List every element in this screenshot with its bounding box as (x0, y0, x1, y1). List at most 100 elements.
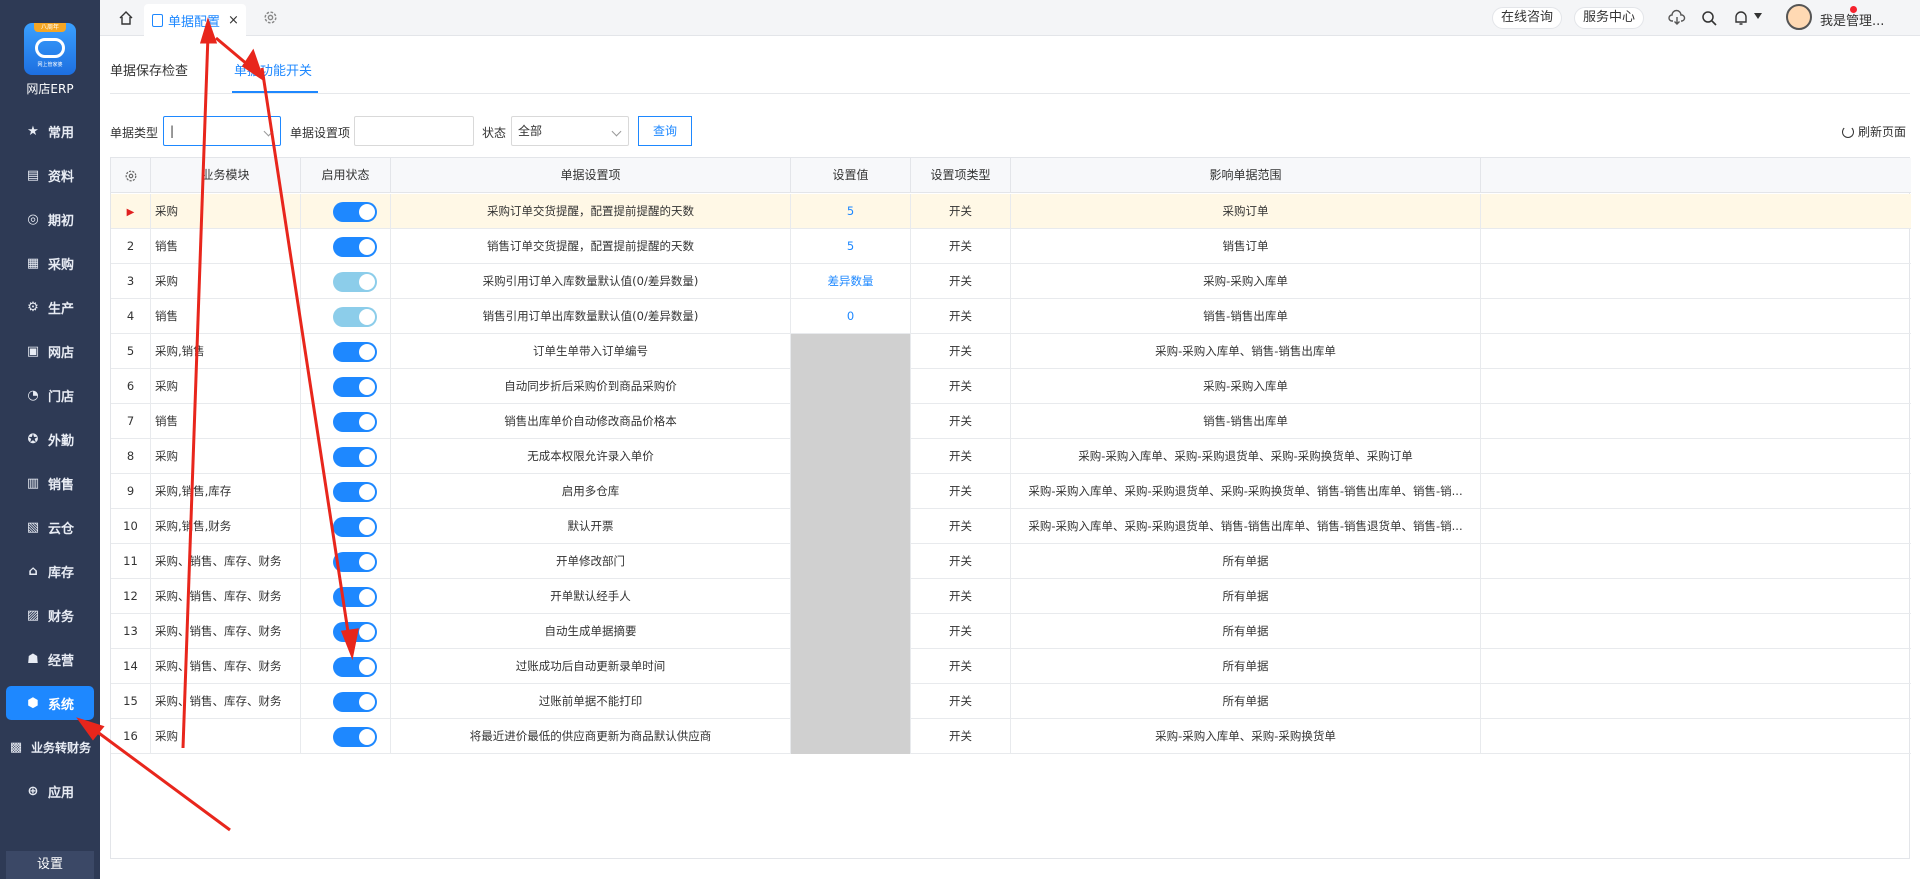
setting-value-cell[interactable]: 5 (791, 194, 911, 229)
settings-button[interactable]: 设置 (6, 851, 94, 879)
enable-toggle[interactable] (333, 342, 377, 362)
table-row[interactable]: 16 采购 将最近进价最低的供应商更新为商品默认供应商 开关 采购-采购入库单、采购-采… (111, 719, 1911, 754)
sidebar-item-1[interactable]: ▤ 资料 (0, 158, 100, 192)
doc-type-label: 单据类型 (110, 126, 159, 140)
sidebar-item-13[interactable]: ⬢ 系统 (6, 686, 94, 720)
table-row[interactable]: 2 销售 销售订单交货提醒，配置提前提醒的天数 5 开关 销售订单 (111, 229, 1911, 264)
header-module[interactable]: 业务模块 (151, 158, 301, 193)
sidebar-item-12[interactable]: ☗ 经营 (0, 642, 100, 676)
enable-toggle[interactable] (333, 412, 377, 432)
sidebar-item-10[interactable]: ⌂ 库存 (0, 554, 100, 588)
search-icon[interactable] (1700, 9, 1718, 27)
sidebar-item-9[interactable]: ▧ 云仓 (0, 510, 100, 544)
sidebar-item-14[interactable]: ▩ 业务转财务 (0, 730, 100, 764)
enable-toggle[interactable] (333, 237, 377, 257)
table-row[interactable]: 9 采购,销售,库存 启用多仓库 开关 采购-采购入库单、采购-采购退货单、采购-采购换… (111, 474, 1911, 509)
setting-value-cell[interactable]: 5 (791, 229, 911, 264)
table-row[interactable]: 10 采购,销售,财务 默认开票 开关 采购-采购入库单、采购-采购退货单、销售-销售出… (111, 509, 1911, 544)
header-setting-item[interactable]: 单据设置项 (391, 158, 791, 193)
toggle-knob (359, 344, 375, 360)
avatar[interactable] (1786, 4, 1812, 30)
enabled-cell (301, 369, 391, 404)
cloud-download-icon[interactable] (1668, 9, 1686, 27)
sidebar-item-7[interactable]: ✪ 外勤 (0, 422, 100, 456)
header-value[interactable]: 设置值 (791, 158, 911, 193)
bell-icon[interactable] (1732, 9, 1750, 27)
sidebar-item-6[interactable]: ◔ 门店 (0, 378, 100, 412)
enable-toggle[interactable] (333, 552, 377, 572)
enable-toggle[interactable] (333, 377, 377, 397)
setting-type-cell: 开关 (911, 579, 1011, 614)
online-consult-button[interactable]: 在线咨询 (1492, 7, 1563, 29)
enable-toggle[interactable] (333, 622, 377, 642)
blank-cell (1481, 474, 1911, 509)
query-button[interactable]: 查询 (638, 116, 692, 146)
enable-toggle[interactable] (333, 202, 377, 222)
scope-cell: 所有单据 (1011, 614, 1481, 649)
enable-toggle[interactable] (333, 447, 377, 467)
row-index: 14 (111, 649, 151, 684)
table-row[interactable]: 12 采购、销售、库存、财务 开单默认经手人 开关 所有单据 (111, 579, 1911, 614)
user-name[interactable]: 我是管理... (1820, 10, 1884, 29)
setting-type-cell: 开关 (911, 719, 1011, 754)
enable-toggle[interactable] (333, 692, 377, 712)
setting-value-cell (791, 334, 911, 369)
gear-icon[interactable] (124, 169, 138, 183)
sidebar-item-11[interactable]: ▨ 财务 (0, 598, 100, 632)
enable-toggle[interactable] (333, 517, 377, 537)
system-icon: ⬢ (27, 695, 39, 711)
setting-name-cell: 销售引用订单出库数量默认值(0/差异数量) (391, 299, 791, 334)
sidebar-item-8[interactable]: ▥ 销售 (0, 466, 100, 500)
sidebar-item-5[interactable]: ▣ 网店 (0, 334, 100, 368)
enable-toggle[interactable] (333, 587, 377, 607)
doc-type-select[interactable]: | (163, 116, 281, 146)
close-icon[interactable]: × (228, 13, 239, 28)
caret-down-icon[interactable] (1754, 13, 1762, 19)
subtab-function-switch[interactable]: 单据功能开关 (234, 60, 312, 79)
sidebar-item-3[interactable]: ▦ 采购 (0, 246, 100, 280)
sidebar-item-2[interactable]: ◎ 期初 (0, 202, 100, 236)
enable-toggle[interactable] (333, 307, 377, 327)
status-select[interactable]: 全部 (511, 116, 629, 146)
enable-toggle[interactable] (333, 482, 377, 502)
sidebar-item-label: 销售 (47, 477, 74, 493)
sidebar-item-15[interactable]: ⊕ 应用 (0, 774, 100, 808)
table-row[interactable]: 3 采购 采购引用订单入库数量默认值(0/差异数量) 差异数量 开关 采购-采购入库单 (111, 264, 1911, 299)
table-row[interactable]: 15 采购、销售、库存、财务 过账前单据不能打印 开关 所有单据 (111, 684, 1911, 719)
row-index: 10 (111, 509, 151, 544)
refresh-page-button[interactable]: 刷新页面 (1842, 123, 1906, 140)
table-row[interactable]: 5 采购,销售 订单生单带入订单编号 开关 采购-采购入库单、销售-销售出库单 (111, 334, 1911, 369)
subtab-save-check[interactable]: 单据保存检查 (110, 60, 188, 79)
app-logo[interactable]: 八周年 网上管家婆 (24, 23, 76, 75)
sidebar-item-4[interactable]: ⚙ 生产 (0, 290, 100, 324)
table-row[interactable]: 11 采购、销售、库存、财务 开单修改部门 开关 所有单据 (111, 544, 1911, 579)
table-row[interactable]: 8 采购 无成本权限允许录入单价 开关 采购-采购入库单、采购-采购退货单、采购-采购换… (111, 439, 1911, 474)
header-scope[interactable]: 影响单据范围 (1011, 158, 1481, 193)
pie-icon: ◔ (27, 387, 39, 403)
target-icon: ◎ (27, 211, 39, 227)
enable-toggle[interactable] (333, 727, 377, 747)
setting-item-input[interactable] (354, 116, 474, 146)
enable-toggle[interactable] (333, 657, 377, 677)
enabled-cell (301, 614, 391, 649)
table-row[interactable]: ▶ 采购 采购订单交货提醒，配置提前提醒的天数 5 开关 采购订单 (111, 194, 1911, 229)
tab-doc-config[interactable]: 单据配置 × (144, 4, 246, 36)
setting-value-cell[interactable]: 0 (791, 299, 911, 334)
header-type[interactable]: 设置项类型 (911, 158, 1011, 193)
setting-value-cell[interactable]: 差异数量 (791, 264, 911, 299)
service-center-button[interactable]: 服务中心 (1574, 7, 1645, 29)
table-row[interactable]: 13 采购、销售、库存、财务 自动生成单据摘要 开关 所有单据 (111, 614, 1911, 649)
table-row[interactable]: 4 销售 销售引用订单出库数量默认值(0/差异数量) 0 开关 销售-销售出库单 (111, 299, 1911, 334)
gear-icon[interactable] (262, 9, 279, 26)
enabled-cell (301, 649, 391, 684)
table-row[interactable]: 14 采购、销售、库存、财务 过账成功后自动更新录单时间 开关 所有单据 (111, 649, 1911, 684)
toggle-knob (359, 239, 375, 255)
table-row[interactable]: 7 销售 销售出库单价自动修改商品价格本 开关 销售-销售出库单 (111, 404, 1911, 439)
enable-toggle[interactable] (333, 272, 377, 292)
enabled-cell (301, 439, 391, 474)
sidebar-item-0[interactable]: ★ 常用 (0, 114, 100, 148)
table-row[interactable]: 6 采购 自动同步折后采购价到商品采购价 开关 采购-采购入库单 (111, 369, 1911, 404)
home-icon[interactable] (118, 10, 134, 26)
header-enabled[interactable]: 启用状态 (301, 158, 391, 193)
column-settings-cell[interactable] (111, 158, 151, 193)
